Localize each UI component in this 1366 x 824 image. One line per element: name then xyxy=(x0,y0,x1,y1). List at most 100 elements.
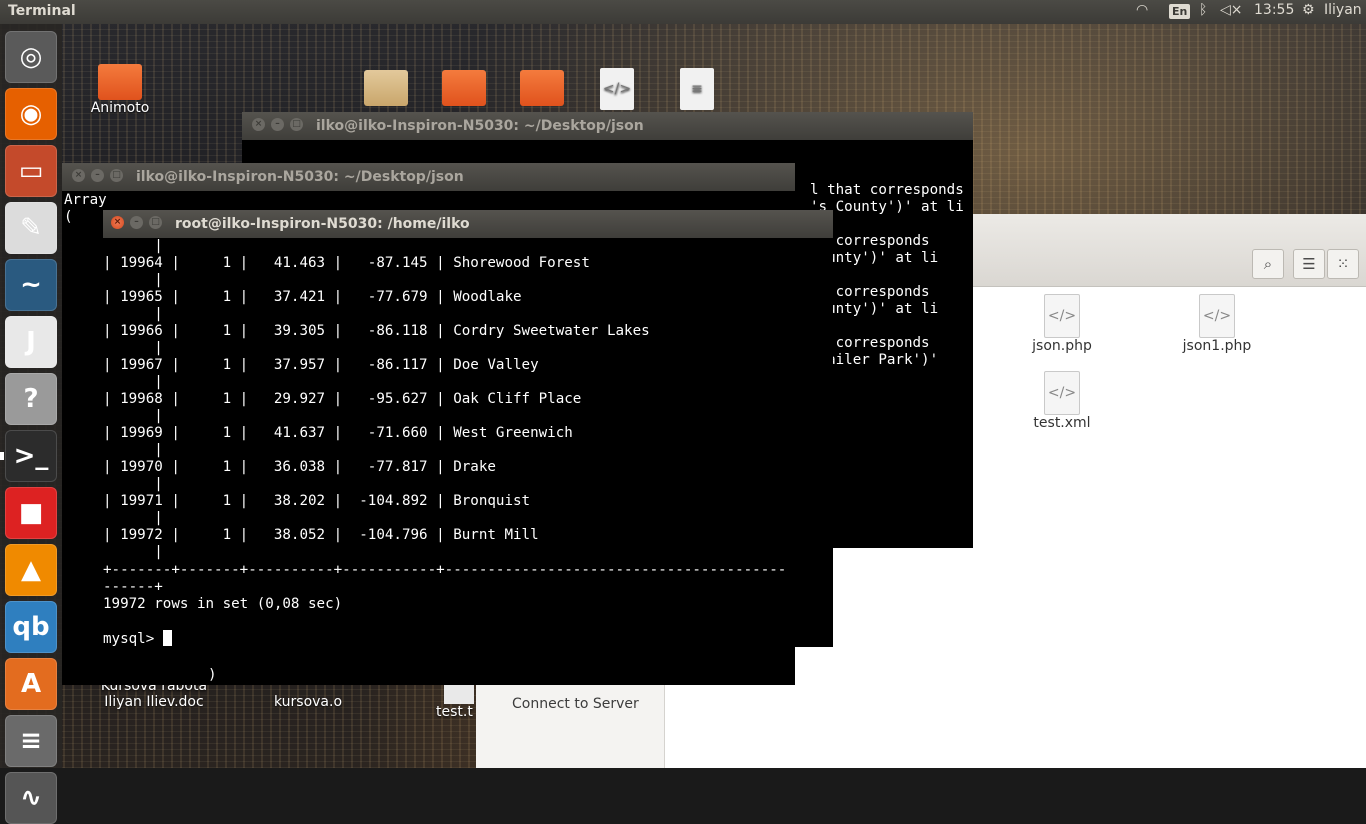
desktop-file[interactable]: ≡ xyxy=(680,68,714,110)
sidebar-item-connect-to-server[interactable]: Connect to Server xyxy=(512,696,639,712)
window-title: ilko@ilko-Inspiron-N5030: ~/Desktop/json xyxy=(316,118,644,134)
text-cursor[interactable] xyxy=(162,630,172,646)
terminal-line: ) xyxy=(208,667,217,683)
desktop-icon-label: Iliyan Iliev.doc xyxy=(104,694,204,710)
terminal-line: Array xyxy=(64,192,107,208)
desktop-folder[interactable] xyxy=(520,70,564,106)
wifi-icon[interactable]: ◠ xyxy=(1136,2,1148,18)
minimize-button[interactable]: – xyxy=(130,216,143,229)
desktop-icon-label: test.t xyxy=(436,704,473,720)
terminal-titlebar[interactable]: × – □ ilko@ilko-Inspiron-N5030: ~/Deskto… xyxy=(62,163,795,191)
folder-icon xyxy=(520,70,564,106)
minimize-button[interactable]: – xyxy=(271,118,284,131)
file-name: json1.php xyxy=(1182,338,1252,354)
top-panel: Terminal ◠ En ᛒ ◁× 13:55 ⚙ Iliyan xyxy=(0,0,1366,24)
terminal-titlebar[interactable]: × – □ ilko@ilko-Inspiron-N5030: ~/Deskto… xyxy=(242,112,973,140)
bluetooth-icon[interactable]: ᛒ xyxy=(1199,2,1207,18)
terminal-window-front[interactable]: × – □ root@ilko-Inspiron-N5030: /home/il… xyxy=(103,210,833,647)
file-item[interactable]: </> json.php xyxy=(1007,294,1117,354)
terminal-line: | xyxy=(103,510,163,526)
maximize-button[interactable]: □ xyxy=(110,169,123,182)
terminal-line: | xyxy=(103,340,163,356)
terminal-output[interactable]: | | 19964 | 1 | 41.463 | -87.145 | Shorew… xyxy=(103,238,833,647)
folder-icon xyxy=(98,64,142,100)
terminal-line: 19972 rows in set (0,08 sec) xyxy=(103,596,343,612)
terminal-line: | xyxy=(103,544,163,560)
terminal-line: | xyxy=(103,442,163,458)
desktop-file-kursova-o[interactable]: kursova.o xyxy=(270,684,346,710)
close-button[interactable]: × xyxy=(252,118,265,131)
terminal-titlebar[interactable]: × – □ root@ilko-Inspiron-N5030: /home/il… xyxy=(103,210,833,238)
desktop-folder-animoto[interactable]: Animoto xyxy=(86,64,154,116)
table-row: | 19964 | 1 | 41.463 | -87.145 | Shorewo… xyxy=(103,255,590,271)
workspaces-icon[interactable]: ≡ xyxy=(5,715,57,767)
file-name: json.php xyxy=(1032,338,1092,354)
terminal-line: l that corresponds xyxy=(810,182,964,198)
help-icon[interactable]: ? xyxy=(5,373,57,425)
list-view-icon[interactable]: ☰ xyxy=(1293,249,1325,279)
desktop-folder[interactable] xyxy=(364,70,408,106)
desktop-icon-label: kursova.o xyxy=(273,694,343,710)
terminal-line: | xyxy=(103,476,163,492)
text-file-icon: ≡ xyxy=(680,68,714,110)
desktop-folder[interactable] xyxy=(442,70,486,106)
terminal-line: | xyxy=(103,408,163,424)
launcher: ◎ ◉ ▭ ✎ ~ J? >_ ■ ▲ qb A ≡ ∿ xyxy=(0,24,62,824)
code-file-icon: </> xyxy=(1044,371,1080,415)
code-file-icon: </> xyxy=(1044,294,1080,338)
window-title: ilko@ilko-Inspiron-N5030: ~/Desktop/json xyxy=(136,169,464,185)
user-name[interactable]: Iliyan xyxy=(1324,2,1362,18)
app-grid-icon[interactable]: ■ xyxy=(5,487,57,539)
file-item[interactable]: </> json1.php xyxy=(1162,294,1272,354)
mysql-prompt: mysql> xyxy=(103,630,172,647)
table-row: | 19970 | 1 | 36.038 | -77.817 | Drake xyxy=(103,459,496,475)
desktop-file-test[interactable]: test.t xyxy=(436,684,476,720)
grid-view-icon[interactable]: ⁙ xyxy=(1327,249,1359,279)
files-icon[interactable]: ▭ xyxy=(5,145,57,197)
folder-icon xyxy=(364,70,408,106)
minimize-button[interactable]: – xyxy=(91,169,104,182)
mysql-workbench-icon[interactable]: ~ xyxy=(5,259,57,311)
gear-icon[interactable]: ⚙ xyxy=(1302,2,1315,18)
close-button[interactable]: × xyxy=(72,169,85,182)
window-title: root@ilko-Inspiron-N5030: /home/ilko xyxy=(175,216,470,232)
table-row: | 19972 | 1 | 38.052 | -104.796 | Burnt … xyxy=(103,527,539,543)
desktop-file[interactable]: </> xyxy=(600,68,634,110)
folder-icon xyxy=(442,70,486,106)
table-row: | 19966 | 1 | 39.305 | -86.118 | Cordry … xyxy=(103,323,650,339)
maximize-button[interactable]: □ xyxy=(149,216,162,229)
firefox-icon[interactable]: ◉ xyxy=(5,88,57,140)
terminal-icon[interactable]: >_ xyxy=(5,430,57,482)
file-item[interactable]: </> test.xml xyxy=(1007,371,1117,431)
terminal-line: ------+ xyxy=(103,579,163,595)
close-button[interactable]: × xyxy=(111,216,124,229)
clock[interactable]: 13:55 xyxy=(1254,2,1294,18)
system-monitor-icon[interactable]: ∿ xyxy=(5,772,57,824)
keyboard-layout-indicator[interactable]: En xyxy=(1169,3,1191,19)
prompt-text: mysql> xyxy=(103,631,163,647)
terminal-line: | xyxy=(103,306,163,322)
terminal-line: +-------+-------+----------+-----------+… xyxy=(103,562,787,578)
desktop-icon-label: Animoto xyxy=(90,100,150,116)
table-row: | 19968 | 1 | 29.927 | -95.627 | Oak Cli… xyxy=(103,391,582,407)
software-center-icon[interactable]: A xyxy=(5,658,57,710)
maximize-button[interactable]: □ xyxy=(290,118,303,131)
qbittorrent-icon[interactable]: qb xyxy=(5,601,57,653)
volume-muted-icon[interactable]: ◁× xyxy=(1220,2,1243,18)
terminal-line: | xyxy=(103,374,163,390)
vlc-icon[interactable]: ▲ xyxy=(5,544,57,596)
terminal-line: ( xyxy=(64,209,73,225)
running-indicator xyxy=(0,452,4,460)
code-file-icon: </> xyxy=(600,68,634,110)
table-row: | 19967 | 1 | 37.957 | -86.117 | Doe Val… xyxy=(103,357,539,373)
terminal-line: 's County')' at li xyxy=(810,199,964,215)
search-icon[interactable]: ⌕ xyxy=(1252,249,1284,279)
terminal-line: | xyxy=(103,238,163,254)
table-row: | 19969 | 1 | 41.637 | -71.660 | West Gr… xyxy=(103,425,573,441)
text-editor-icon[interactable]: ✎ xyxy=(5,202,57,254)
ubuntu-dash-icon[interactable]: ◎ xyxy=(5,31,57,83)
file-name: test.xml xyxy=(1033,415,1091,431)
jdownloader-icon[interactable]: J xyxy=(5,316,57,368)
table-row: | 19971 | 1 | 38.202 | -104.892 | Bronqu… xyxy=(103,493,531,509)
terminal-line: | xyxy=(103,272,163,288)
